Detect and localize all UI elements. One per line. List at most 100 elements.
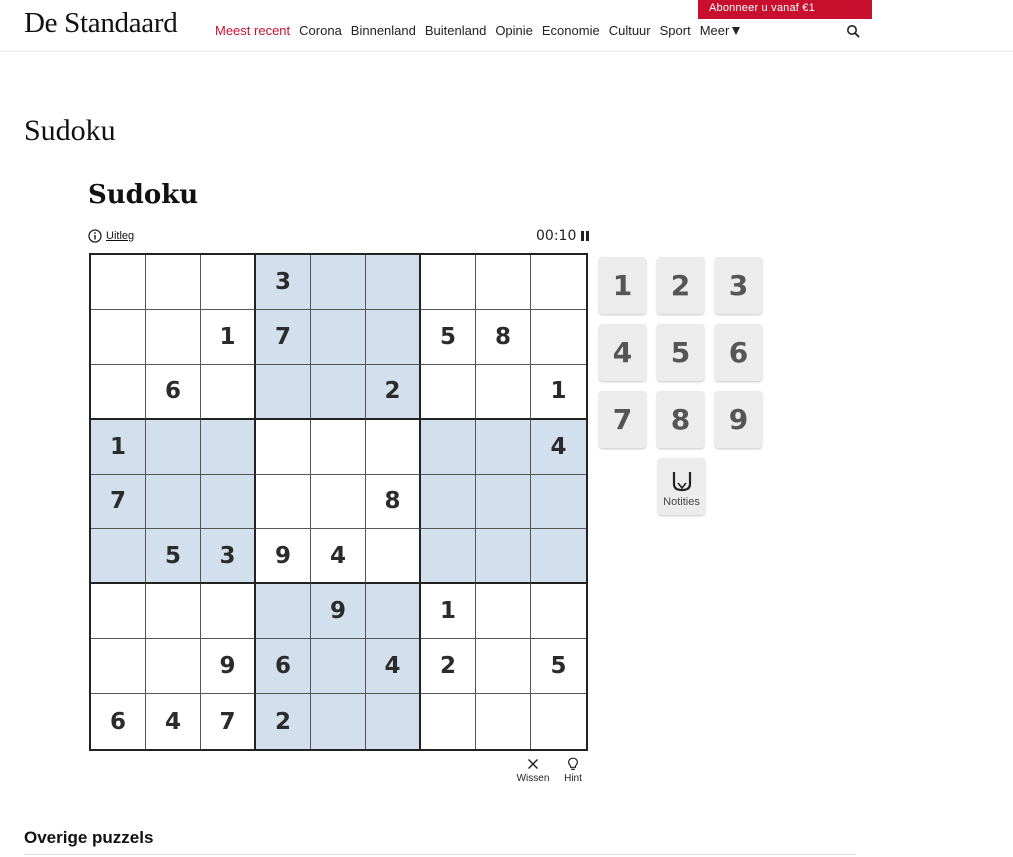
sudoku-cell[interactable] <box>201 474 256 530</box>
nav-item-opinie[interactable]: Opinie <box>495 22 533 40</box>
nav-item-meest-recent[interactable]: Meest recent <box>215 22 290 40</box>
sudoku-cell[interactable] <box>421 364 476 420</box>
sudoku-cell[interactable] <box>201 419 256 475</box>
sudoku-cell[interactable] <box>311 419 366 475</box>
sudoku-cell[interactable]: 1 <box>201 309 256 365</box>
sudoku-cell[interactable] <box>91 639 146 695</box>
subscribe-button[interactable]: Abonneer u vanaf €1 <box>698 0 872 19</box>
sudoku-cell[interactable] <box>91 584 146 640</box>
sudoku-cell[interactable] <box>146 309 201 365</box>
pause-icon[interactable] <box>581 230 590 242</box>
sudoku-cell[interactable]: 4 <box>146 694 201 749</box>
sudoku-cell[interactable] <box>421 419 476 475</box>
sudoku-cell[interactable]: 6 <box>91 694 146 749</box>
sudoku-cell[interactable]: 4 <box>311 529 366 585</box>
sudoku-cell[interactable] <box>201 584 256 640</box>
sudoku-cell[interactable] <box>421 529 476 585</box>
sudoku-cell[interactable] <box>91 309 146 365</box>
sudoku-cell[interactable] <box>366 255 421 310</box>
sudoku-cell[interactable]: 5 <box>146 529 201 585</box>
sudoku-cell[interactable] <box>201 364 256 420</box>
sudoku-cell[interactable] <box>476 639 531 695</box>
sudoku-cell[interactable] <box>531 529 586 585</box>
sudoku-cell[interactable]: 1 <box>531 365 586 420</box>
keypad-button-2[interactable]: 2 <box>657 257 704 314</box>
sudoku-cell[interactable]: 8 <box>366 474 421 530</box>
notities-button[interactable]: Notities <box>658 458 705 515</box>
sudoku-cell[interactable] <box>366 309 421 365</box>
sudoku-cell[interactable]: 7 <box>256 309 311 365</box>
sudoku-cell[interactable] <box>256 584 311 640</box>
sudoku-cell[interactable] <box>91 364 146 420</box>
sudoku-cell[interactable] <box>421 474 476 530</box>
hint-button[interactable]: Hint <box>561 757 585 785</box>
sudoku-cell[interactable] <box>256 419 311 475</box>
sudoku-cell[interactable]: 4 <box>531 419 586 475</box>
sudoku-cell[interactable]: 7 <box>91 474 146 530</box>
sudoku-cell[interactable] <box>366 419 421 475</box>
sudoku-cell[interactable] <box>531 255 586 310</box>
nav-item-meer[interactable]: Meer <box>700 22 741 40</box>
sudoku-cell[interactable] <box>311 309 366 365</box>
nav-item-binnenland[interactable]: Binnenland <box>351 22 416 40</box>
sudoku-cell[interactable]: 2 <box>421 639 476 695</box>
sudoku-cell[interactable] <box>311 694 366 749</box>
sudoku-cell[interactable]: 2 <box>256 694 311 749</box>
sudoku-cell[interactable] <box>311 639 366 695</box>
sudoku-cell[interactable]: 7 <box>201 694 256 749</box>
sudoku-cell[interactable]: 9 <box>256 529 311 585</box>
sudoku-cell[interactable]: 1 <box>91 419 146 475</box>
keypad-button-4[interactable]: 4 <box>599 324 646 381</box>
sudoku-cell[interactable] <box>146 419 201 475</box>
uitleg-link[interactable]: Uitleg <box>88 229 134 243</box>
keypad-button-7[interactable]: 7 <box>599 391 646 448</box>
sudoku-cell[interactable]: 6 <box>256 639 311 695</box>
sudoku-cell[interactable]: 5 <box>421 309 476 365</box>
sudoku-cell[interactable]: 5 <box>531 639 586 695</box>
sudoku-cell[interactable] <box>311 364 366 420</box>
sudoku-cell[interactable] <box>311 255 366 310</box>
keypad-button-8[interactable]: 8 <box>657 391 704 448</box>
sudoku-cell[interactable] <box>311 474 366 530</box>
keypad-button-3[interactable]: 3 <box>715 257 762 314</box>
nav-item-corona[interactable]: Corona <box>299 22 342 40</box>
sudoku-cell[interactable] <box>421 255 476 310</box>
sudoku-cell[interactable]: 9 <box>311 584 366 640</box>
keypad-button-5[interactable]: 5 <box>657 324 704 381</box>
sudoku-cell[interactable] <box>366 694 421 749</box>
sudoku-cell[interactable]: 6 <box>146 364 201 420</box>
keypad-button-6[interactable]: 6 <box>715 324 762 381</box>
wissen-button[interactable]: Wissen <box>515 757 551 785</box>
sudoku-cell[interactable] <box>366 529 421 585</box>
sudoku-cell[interactable] <box>476 255 531 310</box>
sudoku-cell[interactable]: 3 <box>256 255 311 310</box>
keypad-button-9[interactable]: 9 <box>715 391 762 448</box>
sudoku-cell[interactable] <box>91 529 146 585</box>
sudoku-cell[interactable] <box>476 474 531 530</box>
nav-item-economie[interactable]: Economie <box>542 22 600 40</box>
sudoku-cell[interactable] <box>146 639 201 695</box>
sudoku-cell[interactable] <box>531 694 586 749</box>
sudoku-cell[interactable] <box>476 419 531 475</box>
keypad-button-1[interactable]: 1 <box>599 257 646 314</box>
search-icon[interactable] <box>846 24 860 38</box>
sudoku-cell[interactable] <box>476 694 531 749</box>
sudoku-cell[interactable] <box>531 584 586 640</box>
sudoku-cell[interactable] <box>476 529 531 585</box>
site-logo[interactable]: De Standaard <box>24 7 178 39</box>
sudoku-cell[interactable] <box>366 584 421 640</box>
sudoku-cell[interactable] <box>146 584 201 640</box>
sudoku-cell[interactable] <box>476 364 531 420</box>
sudoku-cell[interactable] <box>146 474 201 530</box>
sudoku-cell[interactable]: 3 <box>201 529 256 585</box>
sudoku-cell[interactable] <box>421 694 476 749</box>
sudoku-cell[interactable] <box>201 255 256 310</box>
nav-item-cultuur[interactable]: Cultuur <box>609 22 651 40</box>
sudoku-cell[interactable] <box>256 364 311 420</box>
sudoku-cell[interactable]: 8 <box>476 309 531 365</box>
sudoku-cell[interactable] <box>531 310 586 365</box>
nav-item-sport[interactable]: Sport <box>660 22 691 40</box>
sudoku-cell[interactable]: 9 <box>201 639 256 695</box>
sudoku-cell[interactable] <box>256 474 311 530</box>
sudoku-cell[interactable]: 2 <box>366 364 421 420</box>
